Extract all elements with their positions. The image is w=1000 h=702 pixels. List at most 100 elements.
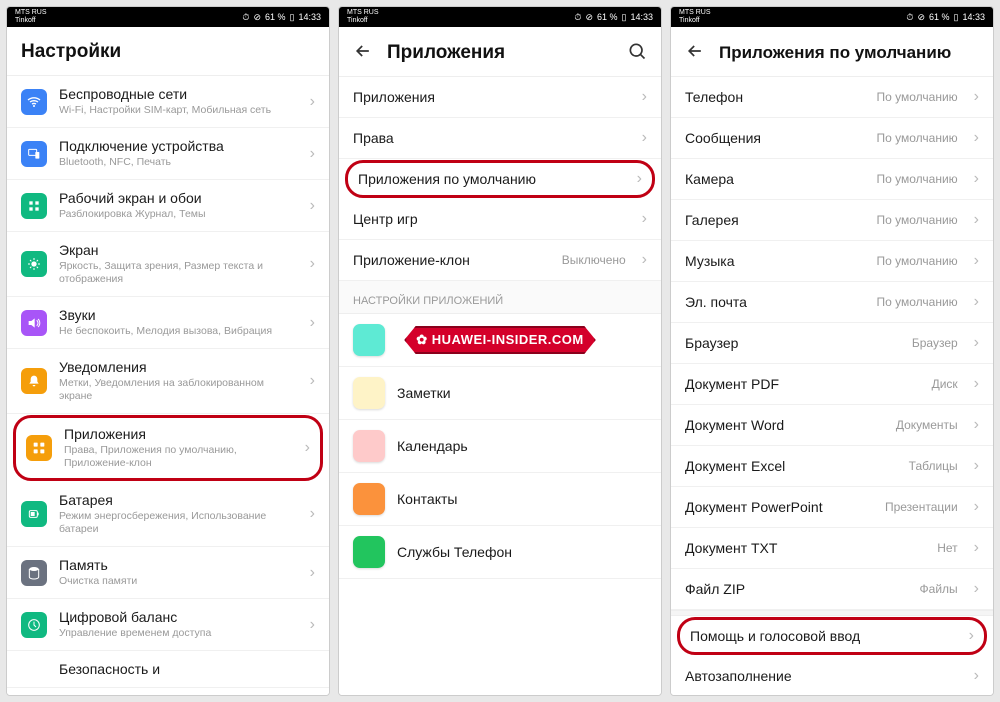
default-app-row[interactable]: Документ TXT Нет›	[671, 528, 993, 569]
settings-row[interactable]: Память Очистка памяти ›	[7, 547, 329, 599]
chevron-right-icon: ›	[974, 211, 979, 229]
chevron-right-icon: ›	[642, 88, 647, 106]
battery-icon: ▯	[290, 12, 295, 23]
app-icon	[353, 536, 385, 568]
default-app-row[interactable]: Галерея По умолчанию›	[671, 200, 993, 241]
header: Приложения по умолчанию	[671, 27, 993, 77]
default-app-row[interactable]: Документ Excel Таблицы›	[671, 446, 993, 487]
settings-row[interactable]: Подключение устройства Bluetooth, NFC, П…	[7, 128, 329, 180]
list-item-label: Приложения по умолчанию	[358, 171, 625, 187]
default-app-row[interactable]: Телефон По умолчанию›	[671, 77, 993, 118]
alarm-icon: ⏱	[574, 12, 581, 23]
dnd-icon: ⊘	[585, 12, 593, 23]
chevron-right-icon: ›	[310, 372, 315, 390]
settings-list: Беспроводные сети Wi-Fi, Настройки SIM-к…	[7, 76, 329, 695]
chevron-right-icon: ›	[974, 539, 979, 557]
app-row[interactable]: Службы Телефон	[339, 526, 661, 579]
back-icon[interactable]	[353, 41, 373, 64]
apps-row[interactable]: Приложение-клон Выключено›	[339, 240, 661, 281]
chevron-right-icon: ›	[310, 564, 315, 582]
app-icon	[353, 377, 385, 409]
chevron-right-icon: ›	[969, 627, 974, 645]
list-item-subtitle: Режим энергосбережения, Использование ба…	[59, 510, 298, 536]
settings-row[interactable]: Рабочий экран и обои Разблокировка Журна…	[7, 180, 329, 232]
list-item-value: По умолчанию	[877, 295, 958, 309]
apps-row[interactable]: Права ›	[339, 118, 661, 159]
list-item-label: Браузер	[685, 335, 900, 351]
storage-icon	[21, 560, 47, 586]
wifi-icon	[21, 89, 47, 115]
status-bar: MTS RUS Tinkoff ⏱ ⊘ 61 % ▯ 14:33	[339, 7, 661, 27]
settings-row[interactable]: Приложения Права, Приложения по умолчани…	[13, 415, 323, 481]
chevron-right-icon: ›	[974, 375, 979, 393]
settings-row[interactable]: Батарея Режим энергосбережения, Использо…	[7, 482, 329, 547]
chevron-right-icon: ›	[310, 616, 315, 634]
app-row[interactable]: Заметки	[339, 367, 661, 420]
chevron-right-icon: ›	[310, 145, 315, 163]
apps-row[interactable]: Центр игр ›	[339, 199, 661, 240]
default-app-row[interactable]: Камера По умолчанию›	[671, 159, 993, 200]
display-icon	[21, 251, 47, 277]
list-item-value: Файлы	[920, 582, 958, 596]
clock: 14:33	[298, 12, 321, 22]
default-app-row[interactable]: Браузер Браузер›	[671, 323, 993, 364]
default-app-row[interactable]: Файл ZIP Файлы›	[671, 569, 993, 610]
default-app-row[interactable]: Документ Word Документы›	[671, 405, 993, 446]
carrier-1: MTS RUS	[15, 9, 47, 17]
chevron-right-icon: ›	[974, 457, 979, 475]
list-item-value: Браузер	[912, 336, 958, 350]
default-app-row[interactable]: Эл. почта По умолчанию›	[671, 282, 993, 323]
chevron-right-icon: ›	[642, 210, 647, 228]
list-item-value: По умолчанию	[877, 172, 958, 186]
status-bar: MTS RUS Tinkoff ⏱ ⊘ 61 % ▯ 14:33	[671, 7, 993, 27]
list-item-label: Батарея	[59, 492, 298, 508]
settings-row[interactable]: Безопасность и	[7, 651, 329, 688]
carrier-2: Tinkoff	[347, 17, 379, 25]
app-row[interactable]: Календарь	[339, 420, 661, 473]
battery-pct: 61 %	[597, 12, 618, 22]
dnd-icon: ⊘	[917, 12, 925, 23]
app-icon	[353, 483, 385, 515]
list-item-label: Контакты	[397, 491, 647, 507]
list-item-label: Беспроводные сети	[59, 86, 298, 102]
settings-row[interactable]: Экран Яркость, Защита зрения, Размер тек…	[7, 232, 329, 297]
default-app-row[interactable]: Документ PDF Диск›	[671, 364, 993, 405]
list-item-subtitle: Метки, Уведомления на заблокированном эк…	[59, 377, 298, 403]
list-item-value: Диск	[932, 377, 958, 391]
default-app-row[interactable]: Документ PowerPoint Презентации›	[671, 487, 993, 528]
list-item-label: Память	[59, 557, 298, 573]
chevron-right-icon: ›	[642, 251, 647, 269]
chevron-right-icon: ›	[974, 293, 979, 311]
apps-row[interactable]: Приложения ›	[339, 77, 661, 118]
list-item-value: По умолчанию	[877, 213, 958, 227]
app-row[interactable]: Контакты	[339, 473, 661, 526]
watermark-badge: ✿ HUAWEI-INSIDER.COM	[404, 326, 596, 354]
search-icon[interactable]	[627, 41, 647, 64]
settings-row[interactable]: Цифровой баланс Управление временем дост…	[7, 599, 329, 651]
settings-row[interactable]: Беспроводные сети Wi-Fi, Настройки SIM-к…	[7, 76, 329, 128]
list-item-subtitle: Wi-Fi, Настройки SIM-карт, Мобильная сет…	[59, 104, 298, 117]
list-item-label: Приложения	[64, 426, 293, 442]
chevron-right-icon: ›	[637, 170, 642, 188]
chevron-right-icon: ›	[310, 505, 315, 523]
settings-row[interactable]: Уведомления Метки, Уведомления на заблок…	[7, 349, 329, 414]
list-item-label: Подключение устройства	[59, 138, 298, 154]
default-app-row[interactable]: Помощь и голосовой ввод ›	[677, 617, 987, 655]
dnd-icon: ⊘	[253, 12, 261, 23]
default-app-row[interactable]: Автозаполнение ›	[671, 656, 993, 695]
alarm-icon: ⏱	[906, 12, 913, 23]
back-icon[interactable]	[685, 41, 705, 64]
list-item-subtitle: Не беспокоить, Мелодия вызова, Вибрация	[59, 325, 298, 338]
default-apps-list: Телефон По умолчанию› Сообщения По умолч…	[671, 77, 993, 695]
list-item-label: Музыка	[685, 253, 865, 269]
apps-row[interactable]: Приложения по умолчанию ›	[345, 160, 655, 198]
phone-default-apps: MTS RUS Tinkoff ⏱ ⊘ 61 % ▯ 14:33 Приложе…	[670, 6, 994, 696]
battery-pct: 61 %	[929, 12, 950, 22]
settings-row[interactable]: Звуки Не беспокоить, Мелодия вызова, Виб…	[7, 297, 329, 349]
list-item-subtitle: Bluetooth, NFC, Печать	[59, 156, 298, 169]
list-item-label: Приложения	[353, 89, 630, 105]
default-app-row[interactable]: Сообщения По умолчанию›	[671, 118, 993, 159]
default-app-row[interactable]: Музыка По умолчанию›	[671, 241, 993, 282]
list-item-value: По умолчанию	[877, 254, 958, 268]
app-row[interactable]: ✿ HUAWEI-INSIDER.COM	[339, 314, 661, 367]
